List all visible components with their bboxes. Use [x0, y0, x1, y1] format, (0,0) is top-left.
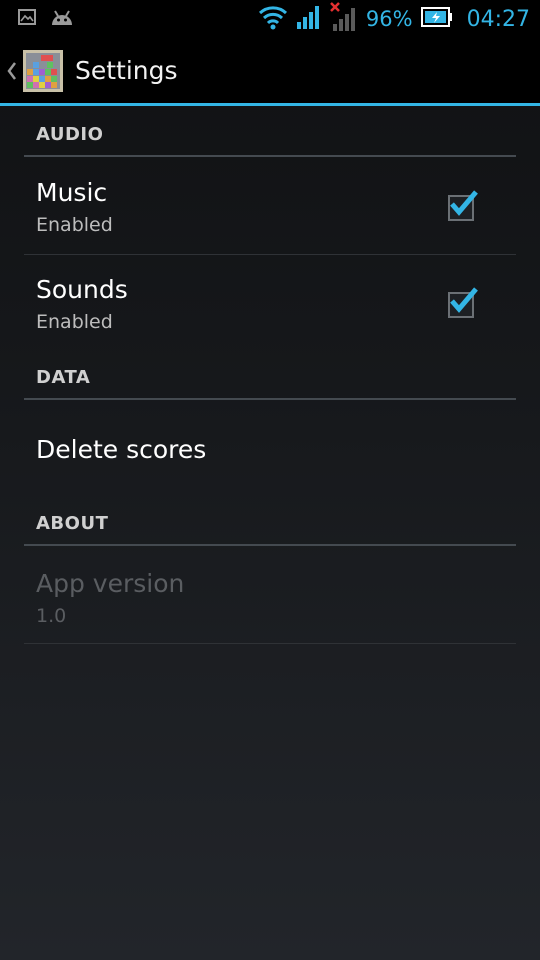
- music-checkbox[interactable]: [448, 190, 478, 221]
- clock: 04:27: [466, 6, 530, 32]
- preference-title: Delete scores: [36, 435, 207, 464]
- image-notification-icon: [18, 9, 36, 29]
- action-bar: Settings: [0, 38, 540, 106]
- no-signal-icon: [330, 2, 358, 36]
- signal-icon: [296, 4, 322, 34]
- preference-title: App version: [36, 569, 185, 598]
- preference-title: Sounds: [36, 275, 128, 304]
- preference-title: Music: [36, 178, 108, 207]
- preference-summary: Enabled: [36, 214, 113, 236]
- category-header-audio: AUDIO: [24, 109, 516, 157]
- up-caret-icon[interactable]: [2, 37, 22, 105]
- status-bar: 96% 04:27: [0, 0, 540, 38]
- preference-delete-scores[interactable]: Delete scores: [24, 400, 516, 498]
- checkmark-icon: [450, 287, 478, 313]
- app-icon[interactable]: [23, 49, 63, 92]
- category-header-data: DATA: [24, 352, 516, 400]
- checkmark-icon: [450, 190, 478, 216]
- preference-summary: 1.0: [36, 605, 67, 627]
- wifi-icon: [258, 4, 288, 34]
- battery-percent: 96%: [365, 7, 413, 31]
- category-header-about: ABOUT: [24, 498, 516, 546]
- preference-list: AUDIO Music Enabled Sounds Enabled DATA …: [24, 109, 516, 644]
- battery-charging-icon: [420, 7, 453, 31]
- page-title: Settings: [75, 56, 178, 85]
- preference-music[interactable]: Music Enabled: [24, 157, 516, 255]
- preference-app-version: App version 1.0: [24, 546, 516, 644]
- preference-sounds[interactable]: Sounds Enabled: [24, 255, 516, 352]
- sounds-checkbox[interactable]: [448, 287, 478, 318]
- android-notification-icon: [50, 8, 74, 30]
- preference-summary: Enabled: [36, 311, 113, 333]
